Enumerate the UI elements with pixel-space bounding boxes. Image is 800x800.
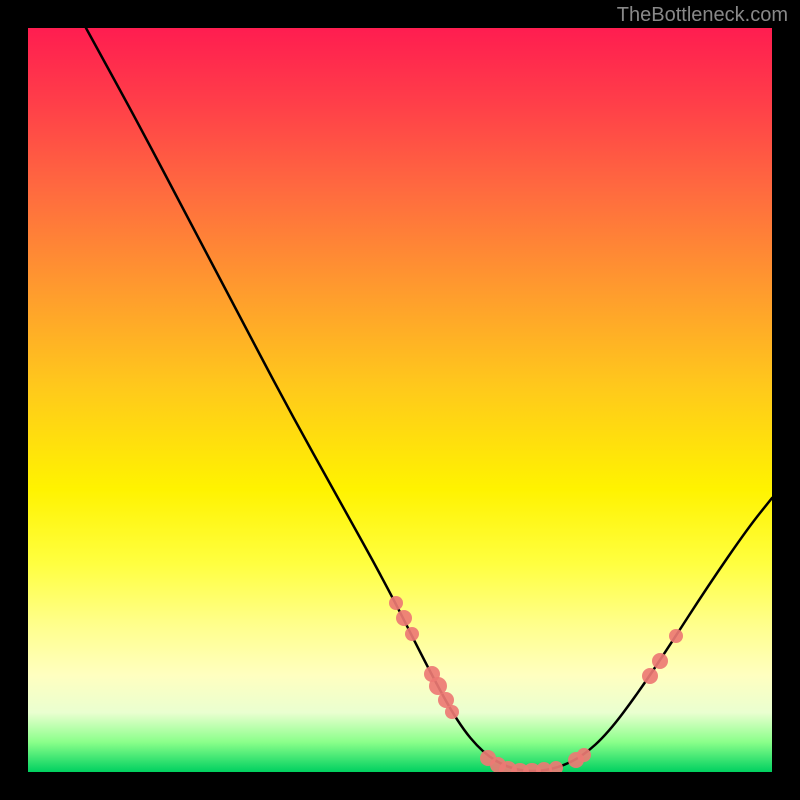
data-marker [669,629,683,643]
data-markers [389,596,683,772]
data-marker [405,627,419,641]
data-marker [652,653,668,669]
data-marker [445,705,459,719]
bottleneck-curve [86,28,772,771]
data-marker [396,610,412,626]
chart-svg [28,28,772,772]
data-marker [389,596,403,610]
data-marker [549,761,563,772]
data-marker [642,668,658,684]
plot-area [28,28,772,772]
watermark-text: TheBottleneck.com [617,4,788,27]
data-marker [577,748,591,762]
